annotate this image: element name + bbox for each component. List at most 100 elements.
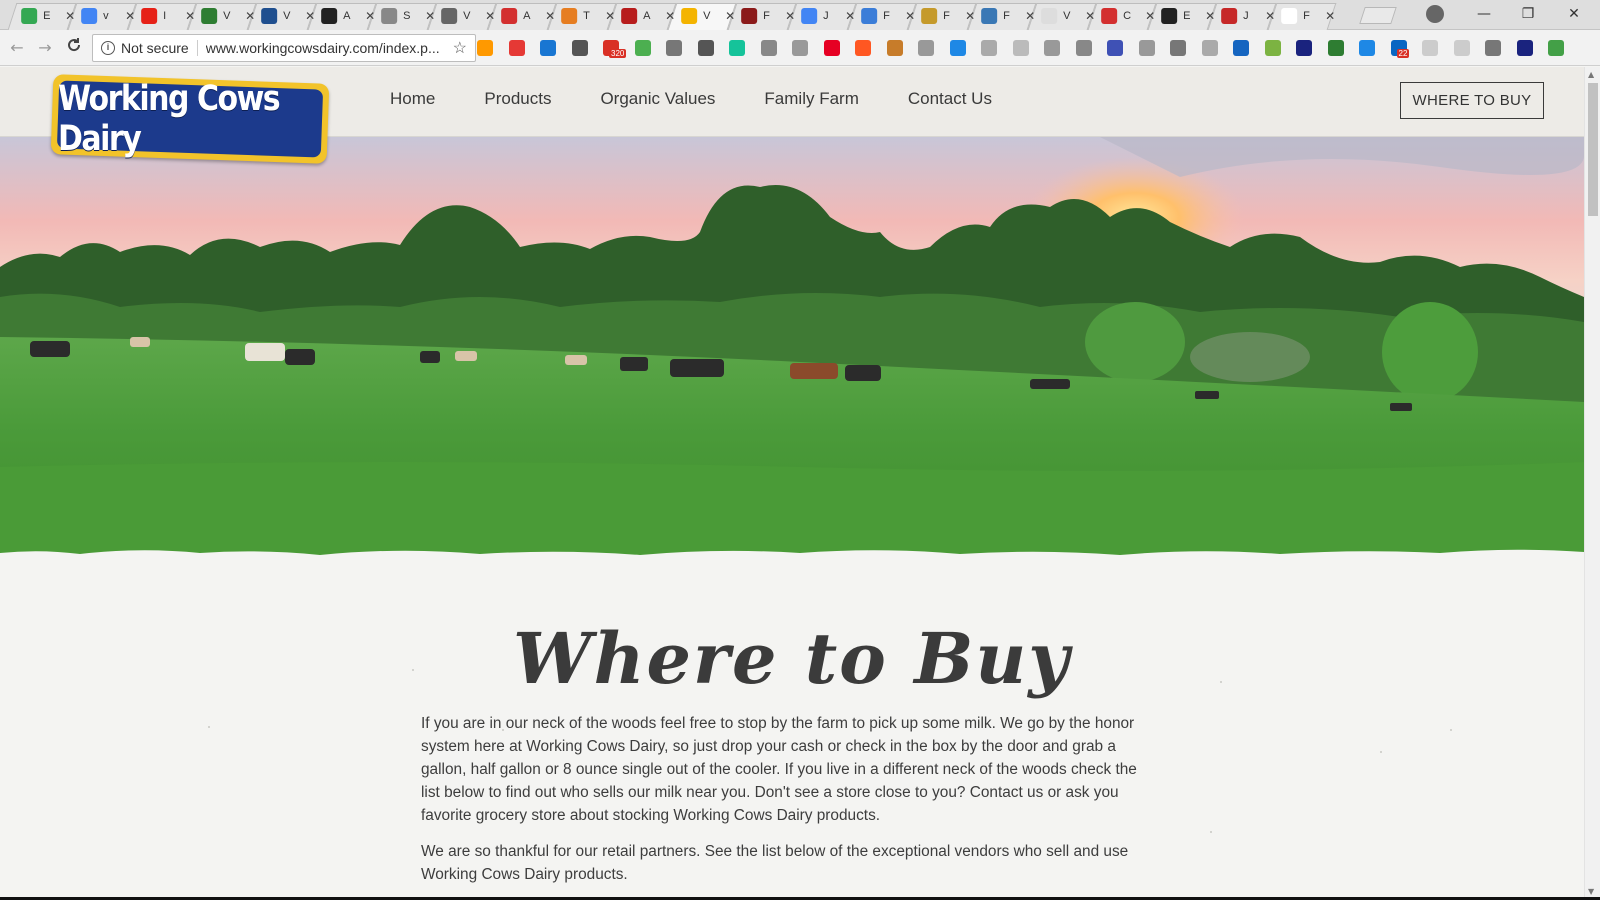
flower-icon[interactable] [1453,40,1470,56]
bookmark-star-icon[interactable]: ☆ [453,38,467,58]
bw-icon[interactable] [1327,40,1344,56]
back-button[interactable]: ← [6,37,28,59]
new-tab-button[interactable] [1359,7,1397,24]
browser-tab[interactable]: V ✕ [1027,3,1097,30]
up-arrow-icon[interactable] [1548,40,1564,56]
tab-close-icon[interactable]: ✕ [725,9,735,23]
c-icon[interactable] [1044,40,1060,56]
x-box-icon[interactable] [1012,40,1029,56]
nav-organic-values[interactable]: Organic Values [600,89,715,109]
reader-icon[interactable] [1075,40,1092,56]
nav-home[interactable]: Home [390,89,435,109]
profile-icon[interactable] [1426,5,1444,23]
hammer-icon[interactable] [886,40,903,56]
tab-close-icon[interactable]: ✕ [125,9,135,23]
gmail-icon[interactable]: 320 [603,40,627,58]
browser-tab[interactable]: J ✕ [1207,3,1277,30]
e-circle-icon[interactable] [1296,40,1312,56]
browser-tab[interactable]: v ✕ [67,3,137,30]
tab-close-icon[interactable]: ✕ [1205,9,1215,23]
s-icon[interactable] [1170,40,1186,56]
browser-tab[interactable]: F ✕ [907,3,977,30]
cast-icon[interactable] [792,40,808,56]
browser-tab[interactable]: F ✕ [967,3,1037,30]
browser-tab[interactable]: E ✕ [7,3,77,30]
tab-close-icon[interactable]: ✕ [1325,9,1335,23]
browser-tab[interactable]: V ✕ [667,3,737,30]
amazon-icon[interactable] [477,40,493,56]
tab-close-icon[interactable]: ✕ [65,9,75,23]
sprout-icon[interactable] [1264,40,1281,56]
browser-tab[interactable]: V ✕ [247,3,317,30]
grammarly-icon[interactable] [729,40,745,56]
tab-close-icon[interactable]: ✕ [545,9,555,23]
wave-icon[interactable] [1359,40,1375,56]
browser-tab[interactable]: C ✕ [1087,3,1157,30]
tab-close-icon[interactable]: ✕ [365,9,375,23]
tab-close-icon[interactable]: ✕ [665,9,675,23]
close-window-button[interactable]: ✕ [1552,0,1596,28]
where-to-buy-button[interactable]: WHERE TO BUY [1400,82,1544,119]
browser-tab[interactable]: F ✕ [1267,3,1337,30]
browser-tab[interactable]: T ✕ [547,3,617,30]
browser-tab[interactable]: J ✕ [787,3,857,30]
search-icon[interactable] [949,40,966,56]
browser-tab[interactable]: A ✕ [607,3,677,30]
shield-gray-icon[interactable] [1201,40,1218,56]
browser-tab[interactable]: F ✕ [727,3,797,30]
browser-tab[interactable]: S ✕ [367,3,437,30]
scroll-down-arrow[interactable]: ▼ [1588,887,1594,896]
dotted-box-icon[interactable] [1422,40,1438,56]
tab-close-icon[interactable]: ✕ [785,9,795,23]
pinterest-icon[interactable] [823,40,840,56]
info-icon[interactable]: i [101,41,115,55]
color-grid-icon[interactable] [1107,40,1123,56]
browser-tab[interactable]: V ✕ [187,3,257,30]
reload-button[interactable] [63,37,85,59]
tab-close-icon[interactable]: ✕ [425,9,435,23]
linkedin-icon[interactable]: 22 [1390,40,1410,58]
nav-products[interactable]: Products [484,89,551,109]
tab-close-icon[interactable]: ✕ [485,9,495,23]
bookmark-icon[interactable] [1233,40,1249,56]
scroll-up-arrow[interactable]: ▲ [1588,70,1594,79]
maximize-button[interactable]: ❐ [1506,0,1550,28]
tab-close-icon[interactable]: ✕ [305,9,315,23]
eyedropper-icon[interactable] [571,40,588,56]
window-icon[interactable] [981,40,997,56]
site-logo[interactable]: Working Cows Dairy [50,74,330,164]
tab-close-icon[interactable]: ✕ [1085,9,1095,23]
browser-tab[interactable]: A ✕ [487,3,557,30]
tab-close-icon[interactable]: ✕ [1145,9,1155,23]
browser-tab[interactable]: E ✕ [1147,3,1217,30]
tab-close-icon[interactable]: ✕ [845,9,855,23]
grid-icon[interactable] [918,40,934,56]
url-text[interactable]: www.workingcowsdairy.com/index.p... [206,40,442,56]
puzzle-icon[interactable] [760,40,777,56]
tab-close-icon[interactable]: ✕ [905,9,915,23]
browser-tab[interactable]: I ✕ [127,3,197,30]
tab-close-icon[interactable]: ✕ [1025,9,1035,23]
security-status-text[interactable]: Not secure [121,40,198,56]
tag-icon[interactable] [1138,40,1155,56]
minimize-button[interactable]: — [1462,0,1506,28]
address-bar[interactable]: i Not secure www.workingcowsdairy.com/in… [92,34,476,62]
tab-close-icon[interactable]: ✕ [245,9,255,23]
nav-contact-us[interactable]: Contact Us [908,89,992,109]
vimeo-icon[interactable] [540,40,556,56]
gear-icon[interactable] [697,40,714,56]
tab-close-icon[interactable]: ✕ [1265,9,1275,23]
tab-close-icon[interactable]: ✕ [965,9,975,23]
power-icon[interactable] [1485,40,1501,56]
page-scrollbar[interactable]: ▲ ▼ [1584,67,1600,900]
nav-family-farm[interactable]: Family Farm [764,89,858,109]
browser-tab[interactable]: V ✕ [427,3,497,30]
plus-icon[interactable] [855,40,871,56]
n-icon[interactable] [1516,40,1533,56]
shield-icon[interactable] [634,40,651,56]
forward-button[interactable]: → [34,37,56,59]
scroll-thumb[interactable] [1588,83,1598,216]
tab-close-icon[interactable]: ✕ [605,9,615,23]
signal-icon[interactable] [666,40,682,56]
browser-tab[interactable]: A ✕ [307,3,377,30]
